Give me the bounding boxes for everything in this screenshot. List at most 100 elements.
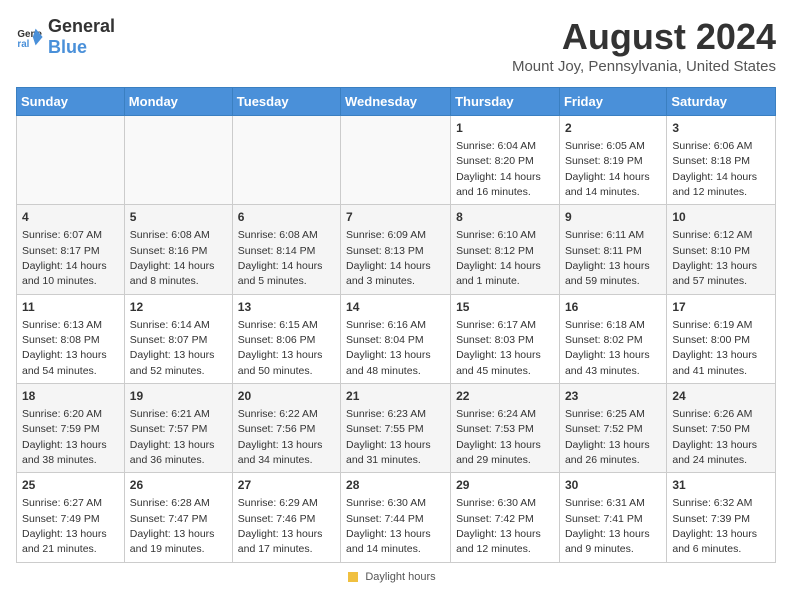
calendar-header: SundayMondayTuesdayWednesdayThursdayFrid… <box>17 88 776 116</box>
day-number: 16 <box>565 299 661 316</box>
day-info: Sunrise: 6:06 AM Sunset: 8:18 PM Dayligh… <box>672 140 757 198</box>
calendar-cell: 1Sunrise: 6:04 AM Sunset: 8:20 PM Daylig… <box>451 116 560 205</box>
calendar-cell: 30 Sunrise: 6:31 AM Sunset: 7:41 PM Dayli… <box>559 473 666 562</box>
day-info: Sunrise: 6:19 AM Sunset: 8:00 PM Dayligh… <box>672 319 757 377</box>
calendar-cell <box>17 116 125 205</box>
day-info: Sunrise: 6:27 AM Sunset: 7:49 PM Dayligh… <box>22 497 107 555</box>
calendar-cell: 22Sunrise: 6:24 AM Sunset: 7:53 PM Dayli… <box>451 384 560 473</box>
calendar-week-1: 1Sunrise: 6:04 AM Sunset: 8:20 PM Daylig… <box>17 116 776 205</box>
day-number: 20 <box>238 388 335 405</box>
calendar-cell: 24 Sunrise: 6:26 AM Sunset: 7:50 PM Dayli… <box>667 384 776 473</box>
calendar-cell: 27 Sunrise: 6:29 AM Sunset: 7:46 PM Dayli… <box>232 473 340 562</box>
title-block: August 2024 Mount Joy, Pennsylvania, Uni… <box>512 16 776 75</box>
calendar-cell: 15 Sunrise: 6:17 AM Sunset: 8:03 PM Dayli… <box>451 294 560 383</box>
calendar-cell <box>232 116 340 205</box>
day-info: Sunrise: 6:13 AM Sunset: 8:08 PM Dayligh… <box>22 319 107 377</box>
daylight-dot <box>348 572 358 582</box>
day-info: Sunrise: 6:31 AM Sunset: 7:41 PM Dayligh… <box>565 497 650 555</box>
header-cell-tuesday: Tuesday <box>232 88 340 116</box>
day-info: Sunrise: 6:07 AM Sunset: 8:17 PM Dayligh… <box>22 229 107 287</box>
logo-blue-text: Blue <box>48 37 87 57</box>
day-number: 31 <box>672 477 770 494</box>
calendar-week-5: 25 Sunrise: 6:27 AM Sunset: 7:49 PM Dayli… <box>17 473 776 562</box>
day-number: 18 <box>22 388 119 405</box>
calendar-cell: 7Sunrise: 6:09 AM Sunset: 8:13 PM Daylig… <box>341 205 451 294</box>
calendar-cell: 10Sunrise: 6:12 AM Sunset: 8:10 PM Dayli… <box>667 205 776 294</box>
svg-text:ral: ral <box>17 39 29 50</box>
logo: Gene ral General Blue <box>16 16 115 58</box>
calendar-cell: 21Sunrise: 6:23 AM Sunset: 7:55 PM Dayli… <box>341 384 451 473</box>
day-number: 12 <box>130 299 227 316</box>
calendar-cell: 2 Sunrise: 6:05 AM Sunset: 8:19 PM Daylig… <box>559 116 666 205</box>
calendar-cell: 12Sunrise: 6:14 AM Sunset: 8:07 PM Dayli… <box>124 294 232 383</box>
calendar-cell: 25 Sunrise: 6:27 AM Sunset: 7:49 PM Dayli… <box>17 473 125 562</box>
header-cell-friday: Friday <box>559 88 666 116</box>
day-number: 4 <box>22 209 119 226</box>
calendar-cell: 23 Sunrise: 6:25 AM Sunset: 7:52 PM Dayli… <box>559 384 666 473</box>
day-info: Sunrise: 6:09 AM Sunset: 8:13 PM Dayligh… <box>346 229 431 287</box>
day-number: 6 <box>238 209 335 226</box>
calendar-cell: 11 Sunrise: 6:13 AM Sunset: 8:08 PM Dayli… <box>17 294 125 383</box>
calendar-cell: 18 Sunrise: 6:20 AM Sunset: 7:59 PM Dayli… <box>17 384 125 473</box>
calendar-cell: 6 Sunrise: 6:08 AM Sunset: 8:14 PM Daylig… <box>232 205 340 294</box>
day-info: Sunrise: 6:08 AM Sunset: 8:14 PM Dayligh… <box>238 229 323 287</box>
day-info: Sunrise: 6:29 AM Sunset: 7:46 PM Dayligh… <box>238 497 323 555</box>
header-cell-monday: Monday <box>124 88 232 116</box>
main-title: August 2024 <box>512 16 776 58</box>
day-number: 17 <box>672 299 770 316</box>
calendar-week-3: 11 Sunrise: 6:13 AM Sunset: 8:08 PM Dayli… <box>17 294 776 383</box>
day-info: Sunrise: 6:20 AM Sunset: 7:59 PM Dayligh… <box>22 408 107 466</box>
day-number: 29 <box>456 477 554 494</box>
day-number: 26 <box>130 477 227 494</box>
day-number: 9 <box>565 209 661 226</box>
day-number: 19 <box>130 388 227 405</box>
calendar-cell: 26 Sunrise: 6:28 AM Sunset: 7:47 PM Dayli… <box>124 473 232 562</box>
calendar-week-2: 4 Sunrise: 6:07 AM Sunset: 8:17 PM Daylig… <box>17 205 776 294</box>
day-info: Sunrise: 6:30 AM Sunset: 7:42 PM Dayligh… <box>456 497 541 555</box>
day-info: Sunrise: 6:16 AM Sunset: 8:04 PM Dayligh… <box>346 319 431 377</box>
day-number: 2 <box>565 120 661 137</box>
day-number: 3 <box>672 120 770 137</box>
calendar-cell: 20Sunrise: 6:22 AM Sunset: 7:56 PM Dayli… <box>232 384 340 473</box>
day-info: Sunrise: 6:25 AM Sunset: 7:52 PM Dayligh… <box>565 408 650 466</box>
day-number: 27 <box>238 477 335 494</box>
day-number: 10 <box>672 209 770 226</box>
footer: Daylight hours <box>16 571 776 583</box>
day-number: 15 <box>456 299 554 316</box>
day-number: 25 <box>22 477 119 494</box>
calendar-week-4: 18 Sunrise: 6:20 AM Sunset: 7:59 PM Dayli… <box>17 384 776 473</box>
page-header: Gene ral General Blue August 2024 Mount … <box>16 16 776 75</box>
calendar-cell: 9 Sunrise: 6:11 AM Sunset: 8:11 PM Daylig… <box>559 205 666 294</box>
calendar-cell: 5Sunrise: 6:08 AM Sunset: 8:16 PM Daylig… <box>124 205 232 294</box>
day-info: Sunrise: 6:30 AM Sunset: 7:44 PM Dayligh… <box>346 497 431 555</box>
day-info: Sunrise: 6:05 AM Sunset: 8:19 PM Dayligh… <box>565 140 650 198</box>
day-number: 21 <box>346 388 445 405</box>
day-number: 24 <box>672 388 770 405</box>
day-info: Sunrise: 6:17 AM Sunset: 8:03 PM Dayligh… <box>456 319 541 377</box>
day-info: Sunrise: 6:10 AM Sunset: 8:12 PM Dayligh… <box>456 229 541 287</box>
day-number: 30 <box>565 477 661 494</box>
calendar-cell: 19Sunrise: 6:21 AM Sunset: 7:57 PM Dayli… <box>124 384 232 473</box>
header-cell-saturday: Saturday <box>667 88 776 116</box>
day-number: 5 <box>130 209 227 226</box>
day-info: Sunrise: 6:24 AM Sunset: 7:53 PM Dayligh… <box>456 408 541 466</box>
calendar-cell: 17 Sunrise: 6:19 AM Sunset: 8:00 PM Dayli… <box>667 294 776 383</box>
day-info: Sunrise: 6:32 AM Sunset: 7:39 PM Dayligh… <box>672 497 757 555</box>
day-number: 8 <box>456 209 554 226</box>
subtitle: Mount Joy, Pennsylvania, United States <box>512 58 776 75</box>
day-number: 23 <box>565 388 661 405</box>
calendar-cell: 14 Sunrise: 6:16 AM Sunset: 8:04 PM Dayli… <box>341 294 451 383</box>
calendar-cell: 13Sunrise: 6:15 AM Sunset: 8:06 PM Dayli… <box>232 294 340 383</box>
header-cell-wednesday: Wednesday <box>341 88 451 116</box>
day-number: 11 <box>22 299 119 316</box>
calendar-cell: 31 Sunrise: 6:32 AM Sunset: 7:39 PM Dayli… <box>667 473 776 562</box>
calendar-cell <box>124 116 232 205</box>
day-info: Sunrise: 6:26 AM Sunset: 7:50 PM Dayligh… <box>672 408 757 466</box>
calendar-cell: 4 Sunrise: 6:07 AM Sunset: 8:17 PM Daylig… <box>17 205 125 294</box>
day-number: 13 <box>238 299 335 316</box>
day-info: Sunrise: 6:28 AM Sunset: 7:47 PM Dayligh… <box>130 497 215 555</box>
day-info: Sunrise: 6:11 AM Sunset: 8:11 PM Dayligh… <box>565 229 650 287</box>
logo-general-text: General <box>48 16 115 36</box>
day-number: 1 <box>456 120 554 137</box>
day-number: 14 <box>346 299 445 316</box>
